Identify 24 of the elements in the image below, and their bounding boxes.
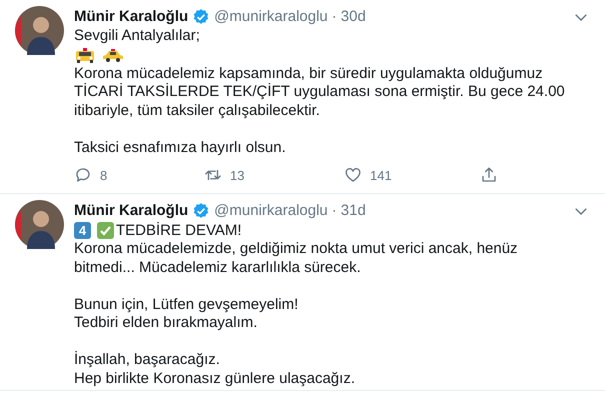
- reply-button[interactable]: 8: [74, 166, 204, 184]
- separator-dot: ·: [332, 202, 337, 219]
- separator-dot: ·: [332, 8, 337, 25]
- user-handle[interactable]: @munirkaraloglu: [214, 202, 328, 219]
- user-handle[interactable]: @munirkaraloglu: [214, 8, 328, 25]
- like-button[interactable]: 141: [344, 166, 480, 184]
- number-keycap: 4: [74, 222, 91, 239]
- user-name[interactable]: Münir Karaloğlu: [74, 202, 188, 219]
- retweet-button[interactable]: 13: [204, 166, 344, 184]
- tweet-text: Sevgili Antalyalılar;: [74, 27, 201, 46]
- user-name[interactable]: Münir Karaloğlu: [74, 8, 188, 25]
- tweet-text: Korona mücadelemizde, geldiğimiz nokta umut verici ancak, henüz bitmedi... Mücadelemiz kararlılıkla sürecek. Bunun için, Lütfen gevşemeyelim! Tedbiri elden bırakmayalım. İnşallah, başaracağız. Hep birlikte Koronasız günlere ulaşacağız.: [74, 240, 519, 388]
- avatar[interactable]: [15, 200, 64, 249]
- reply-icon: [74, 166, 92, 184]
- heart-icon: [344, 166, 362, 184]
- check-icon: [97, 222, 114, 239]
- avatar[interactable]: [15, 6, 64, 55]
- taxi-icon: [102, 47, 124, 63]
- taxi-icon: [74, 47, 96, 63]
- share-icon: [480, 166, 498, 184]
- tweet-text: Korona mücadelemiz kapsamında, bir süredir uygulamakta olduğumuz TİCARİ TAKSİLERDE TEK/ÇİFT uygulaması sona ermiştir. Bu gece 24.00 itibariyle, tüm taksiler çalışabilecektir. Taksici esnafımıza hayırlı olsun.: [74, 64, 566, 157]
- tweet-time[interactable]: 31d: [340, 202, 366, 219]
- tweet-headline: TEDBİRE DEVAM!: [116, 222, 242, 239]
- tweet-time[interactable]: 30d: [340, 8, 366, 25]
